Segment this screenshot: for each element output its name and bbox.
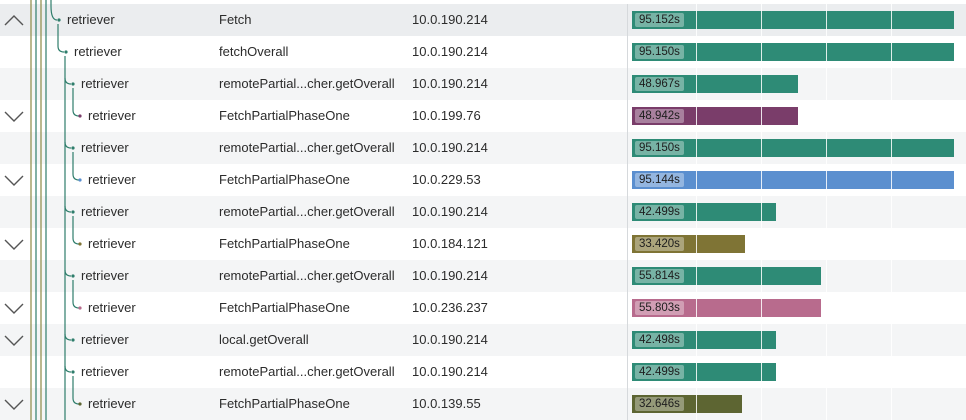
span-duration-label: 95.152s	[635, 13, 684, 27]
span-service-name: retriever	[81, 268, 129, 283]
span-host: 10.0.139.55	[412, 396, 481, 411]
span-service-name: retriever	[88, 108, 136, 123]
span-operation-name: Fetch	[219, 12, 252, 27]
span-row[interactable]: retriever FetchPartialPhaseOne 10.0.229.53…	[0, 164, 966, 196]
span-service-name: retriever	[81, 140, 129, 155]
span-duration-bar[interactable]: 48.942s	[632, 107, 798, 125]
span-timeline: 95.150s	[627, 132, 966, 164]
span-operation-name: remotePartial...cher.getOverall	[219, 268, 395, 283]
span-operation-name: remotePartial...cher.getOverall	[219, 140, 395, 155]
span-host: 10.0.190.214	[412, 204, 488, 219]
span-duration-bar[interactable]: 42.499s	[632, 203, 776, 221]
span-service-name: retriever	[88, 300, 136, 315]
span-operation-name: remotePartial...cher.getOverall	[219, 204, 395, 219]
span-row[interactable]: retriever FetchPartialPhaseOne 10.0.236.23…	[0, 292, 966, 324]
span-host: 10.0.229.53	[412, 172, 481, 187]
chevron-down-icon[interactable]	[0, 228, 28, 260]
chevron-down-icon[interactable]	[0, 164, 28, 196]
span-duration-label: 55.803s	[635, 301, 684, 315]
span-timeline: 95.150s	[627, 36, 966, 68]
span-duration-bar[interactable]: 42.499s	[632, 363, 776, 381]
span-service-name: retriever	[81, 204, 129, 219]
span-row[interactable]: retriever local.getOverall 10.0.190.214 42.…	[0, 324, 966, 356]
span-duration-label: 42.499s	[635, 205, 684, 219]
span-duration-label: 42.499s	[635, 365, 684, 379]
span-timeline: 48.942s	[627, 100, 966, 132]
span-timeline: 55.814s	[627, 260, 966, 292]
span-row[interactable]: retriever remotePartial...cher.getOverall…	[0, 196, 966, 228]
span-row[interactable]: retriever remotePartial...cher.getOverall…	[0, 260, 966, 292]
span-duration-bar[interactable]: 48.967s	[632, 75, 798, 93]
span-duration-bar[interactable]: 95.150s	[632, 139, 954, 157]
span-operation-name: FetchPartialPhaseOne	[219, 396, 350, 411]
span-host: 10.0.190.214	[412, 268, 488, 283]
span-service-name: retriever	[67, 12, 115, 27]
span-row[interactable]: retriever fetchOverall 10.0.190.214 95.150s	[0, 36, 966, 68]
span-row[interactable]: retriever remotePartial...cher.getOverall…	[0, 132, 966, 164]
span-duration-label: 42.498s	[635, 333, 684, 347]
span-operation-name: local.getOverall	[219, 332, 309, 347]
span-timeline: 33.420s	[627, 228, 966, 260]
span-duration-label: 32.646s	[635, 397, 684, 411]
span-timeline: 42.498s	[627, 324, 966, 356]
chevron-down-icon[interactable]	[0, 100, 28, 132]
chevron-down-icon[interactable]	[0, 292, 28, 324]
span-service-name: retriever	[81, 364, 129, 379]
span-host: 10.0.190.214	[412, 332, 488, 347]
span-duration-label: 95.150s	[635, 141, 684, 155]
span-duration-label: 95.150s	[635, 45, 684, 59]
span-timeline: 42.499s	[627, 356, 966, 388]
span-service-name: retriever	[81, 332, 129, 347]
span-host: 10.0.190.214	[412, 12, 488, 27]
span-operation-name: FetchPartialPhaseOne	[219, 172, 350, 187]
span-timeline: 95.144s	[627, 164, 966, 196]
span-host: 10.0.236.237	[412, 300, 488, 315]
span-duration-bar[interactable]: 55.814s	[632, 267, 821, 285]
span-duration-bar[interactable]: 33.420s	[632, 235, 745, 253]
span-duration-label: 48.967s	[635, 77, 684, 91]
span-operation-name: remotePartial...cher.getOverall	[219, 76, 395, 91]
span-row[interactable]: retriever FetchPartialPhaseOne 10.0.139.55…	[0, 388, 966, 420]
span-row[interactable]: retriever remotePartial...cher.getOverall…	[0, 68, 966, 100]
span-timeline: 32.646s	[627, 388, 966, 420]
span-service-name: retriever	[74, 44, 122, 59]
span-service-name: retriever	[88, 236, 136, 251]
span-host: 10.0.190.214	[412, 76, 488, 91]
span-operation-name: FetchPartialPhaseOne	[219, 236, 350, 251]
span-duration-label: 55.814s	[635, 269, 684, 283]
span-duration-label: 48.942s	[635, 109, 684, 123]
span-host: 10.0.190.214	[412, 364, 488, 379]
chevron-down-icon[interactable]	[0, 388, 28, 420]
span-timeline: 48.967s	[627, 68, 966, 100]
span-timeline: 42.499s	[627, 196, 966, 228]
span-operation-name: remotePartial...cher.getOverall	[219, 364, 395, 379]
chevron-up-icon[interactable]	[0, 4, 28, 36]
span-operation-name: FetchPartialPhaseOne	[219, 300, 350, 315]
span-host: 10.0.190.214	[412, 44, 488, 59]
span-duration-bar[interactable]: 32.646s	[632, 395, 742, 413]
span-duration-label: 95.144s	[635, 173, 684, 187]
span-row[interactable]: retriever FetchPartialPhaseOne 10.0.184.12…	[0, 228, 966, 260]
span-service-name: retriever	[88, 396, 136, 411]
span-row[interactable]: retriever remotePartial...cher.getOverall…	[0, 356, 966, 388]
span-timeline: 55.803s	[627, 292, 966, 324]
span-duration-bar[interactable]: 42.498s	[632, 331, 776, 349]
span-service-name: retriever	[81, 76, 129, 91]
span-duration-bar[interactable]: 95.152s	[632, 11, 954, 29]
span-service-name: retriever	[88, 172, 136, 187]
span-host: 10.0.190.214	[412, 140, 488, 155]
span-operation-name: FetchPartialPhaseOne	[219, 108, 350, 123]
span-operation-name: fetchOverall	[219, 44, 289, 59]
span-row[interactable]: retriever Fetch 10.0.190.214 95.152s	[0, 4, 966, 36]
span-host: 10.0.184.121	[412, 236, 488, 251]
span-row[interactable]: retriever FetchPartialPhaseOne 10.0.199.76…	[0, 100, 966, 132]
span-timeline: 95.152s	[627, 4, 966, 36]
span-duration-label: 33.420s	[635, 237, 684, 251]
span-duration-bar[interactable]: 55.803s	[632, 299, 821, 317]
span-duration-bar[interactable]: 95.144s	[632, 171, 954, 189]
span-duration-bar[interactable]: 95.150s	[632, 43, 954, 61]
span-host: 10.0.199.76	[412, 108, 481, 123]
chevron-down-icon[interactable]	[0, 324, 28, 356]
